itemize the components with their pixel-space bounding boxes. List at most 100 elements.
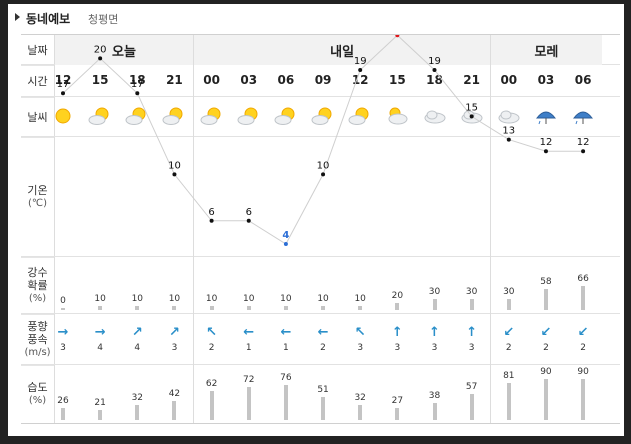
humidity-value: 21 [94,398,106,409]
wind-north-arrow-icon: ↑ [429,325,440,340]
wind-east-arrow-icon: → [57,325,69,340]
wind-speed: 1 [245,343,252,353]
temp-value: 13 [502,126,515,137]
wind-southwest-arrow-icon: ↙ [540,325,552,340]
wind-speed: 2 [320,343,326,353]
wind-northwest-arrow-icon: ↖ [206,325,218,340]
humidity-bar [61,408,65,420]
rain-value: 0 [60,296,66,306]
triangle-icon [15,13,20,21]
sun-cloud-icon [274,106,298,126]
rain-value: 66 [577,274,589,285]
time-label: 18 [426,73,443,87]
temp-value: 10 [317,160,330,171]
row-label-humidity: 습도 (%) [21,365,55,423]
humidity-bar [172,400,177,420]
temp-point [543,149,548,154]
panel-title: 동네예보 [26,12,71,26]
rain-bar [172,306,177,310]
sun-cloud-icon [162,106,186,126]
wind-label: 풍향 풍속 [27,320,48,346]
temp-point [246,218,251,223]
humidity-bar [432,402,437,420]
humidity-value: 32 [354,393,366,404]
row-label-weather: 날씨 [21,97,55,138]
rain-unit: (%) [28,293,47,304]
forecast-panel: 동네예보 청평면 날짜 시간 날씨 기온 (℃) 강수 확률 (%) 풍향 풍속… [8,4,624,436]
time-label: 06 [574,73,592,87]
rain-bar [209,306,214,310]
rain-value: 10 [168,294,181,305]
wind-west-arrow-icon: ← [243,325,255,340]
panel-header: 동네예보 청평면 [8,4,624,28]
wind-northwest-arrow-icon: ↖ [354,325,366,340]
rain-value: 30 [503,287,515,298]
humidity-bar [581,378,586,420]
humidity-unit: (%) [28,395,47,406]
time-label: 21 [166,73,183,87]
humidity-bar [283,385,288,420]
time-label: 12 [351,73,369,87]
temp-point [321,172,326,177]
rain-value: 10 [243,294,255,305]
cloud-icon [497,106,521,126]
time-label: 06 [277,73,295,87]
temp-point [506,137,511,142]
wind-speed: 4 [97,343,103,353]
humidity-value: 62 [205,379,218,390]
time-label: 00 [500,73,518,87]
humidity-bar [135,405,140,420]
humidity-bar [506,382,511,420]
humidity-value: 32 [131,393,144,404]
temp-point [172,172,177,177]
wind-west-arrow-icon: ← [317,325,329,340]
humidity-bar [321,396,326,420]
temp-point [135,91,140,96]
wind-speed: 2 [208,343,215,353]
humidity-bar [209,391,214,420]
sun-cloud-icon [88,106,112,126]
wind-speed: 3 [357,343,364,353]
humidity-bar [469,393,474,420]
day-separator [490,35,492,423]
humidity-value: 26 [57,396,69,407]
rain-bar [581,286,586,310]
forecast-table: 날짜 시간 날씨 기온 (℃) 강수 확률 (%) 풍향 풍속 (m/s) 습도… [21,34,620,424]
wind-speed: 2 [580,343,586,353]
temp-value: 6 [208,207,214,218]
rain-bar [246,306,251,310]
temp-line [62,35,584,245]
wind-southwest-arrow-icon: ↙ [503,325,515,340]
rain-value: 10 [94,294,106,305]
humidity-value: 42 [168,388,181,399]
wind-northeast-arrow-icon: ↗ [168,325,180,340]
temp-point [432,68,437,72]
humidity-value: 72 [243,374,255,385]
rain-icon [534,106,558,126]
temp-value: 6 [246,207,252,218]
rain-value: 10 [131,294,144,305]
wind-north-arrow-icon: ↑ [391,325,403,340]
temp-value: 12 [577,137,590,148]
rain-value: 10 [317,294,329,305]
humidity-value: 90 [540,366,552,377]
wind-speed: 2 [505,343,512,353]
temp-point [358,68,363,72]
rain-bar [135,306,140,310]
wind-speed: 3 [394,343,401,353]
sun-cloud-icon [200,106,224,126]
humidity-bar [98,410,103,420]
time-label: 15 [91,73,109,87]
wind-north-arrow-icon: ↑ [466,325,478,340]
humidity-value: 38 [428,390,441,401]
humidity-value: 81 [503,370,515,381]
rain-value: 20 [391,290,404,301]
rain-icon [571,106,595,126]
temp-point [209,218,214,223]
temp-point [283,242,288,246]
day-header: 모레 [491,35,602,65]
rain-bar [543,289,548,310]
humidity-label: 습도 [27,381,48,394]
temp-unit: (℃) [27,198,48,209]
sun-cloud-icon [311,106,335,126]
